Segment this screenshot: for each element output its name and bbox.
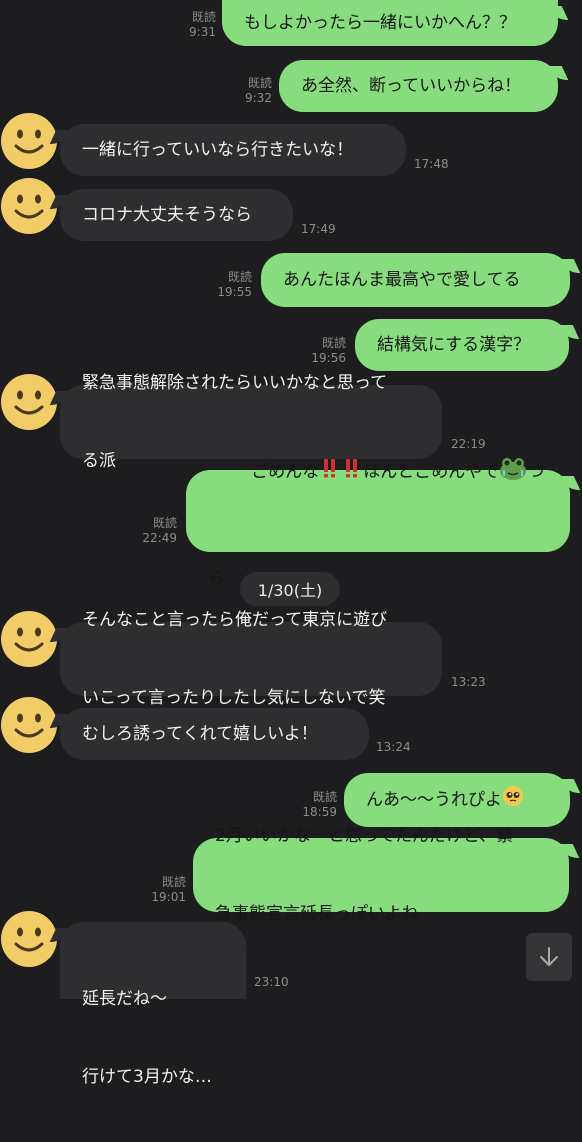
message-bubble-outgoing[interactable]: あ全然、断っていいからね！ [279,60,558,112]
avatar[interactable] [0,696,58,754]
message-text-line: 急事態宣言延長っぽいよね [215,904,419,924]
message-text: ほんとごめんやで [363,462,500,482]
message-bubble-incoming[interactable]: コロナ大丈夫そうなら [60,189,293,241]
message-bubble-outgoing[interactable]: 2月いいかなーと思ってたんだけど、緊 急事態宣言延長っぽいよね [193,826,569,924]
message-bubble-outgoing[interactable]: ごめんな ほんとごめんやでつ ら [186,458,570,589]
message-text: もしよかったら一緒にいかへん？？ [244,13,516,33]
message-bubble-outgoing[interactable]: もしよかったら一緒にいかへん？？ [222,0,558,46]
message-bubble-outgoing[interactable]: あんたほんま最高やで愛してる [261,253,570,307]
message-bubble-incoming[interactable]: 一緒に行っていいなら行きたいな！ [60,124,406,176]
avatar[interactable] [0,373,58,431]
message-bubble-incoming[interactable]: むしろ誘ってくれて嬉しいよ！ [60,708,369,760]
message-text: あ全然、断っていいからね！ [301,76,522,96]
avatar[interactable] [0,610,58,668]
message-time: 17:48 [414,157,449,171]
read-label: 既読 [227,270,252,284]
read-label: 既読 [161,875,186,889]
message-meta: 既読 9:32 [236,76,272,106]
message-time: 9:31 [189,25,216,39]
message-time: 13:23 [451,675,486,689]
message-time: 17:49 [301,222,336,236]
message-text: つ [527,462,545,482]
message-time: 22:49 [142,531,177,545]
message-text-line: 延長だね〜 [82,989,167,1009]
scroll-to-bottom-button[interactable] [526,933,572,981]
read-label: 既読 [191,10,216,24]
avatar[interactable] [0,910,58,968]
message-text-line: 行けて3月かな… [82,1067,212,1087]
message-text: あんたほんま最高やで愛してる [283,270,521,290]
message-time: 23:10 [254,975,289,989]
message-meta: 既読 9:31 [180,10,216,40]
message-meta: 既読 19:01 [148,875,186,905]
message-text: 一緒に行っていいなら行きたいな！ [82,140,354,160]
message-bubble-incoming[interactable]: そんなこと言ったら俺だって東京に遊び いこって言ったりしたし気にしないで笑 [60,610,442,708]
message-time: 19:01 [151,890,186,904]
message-text: むしろ誘ってくれて嬉しいよ！ [82,724,318,744]
message-text-line: 2月いいかなーと思ってたんだけど、緊 [215,826,514,846]
avatar[interactable] [0,112,58,170]
message-time: 9:32 [245,91,272,105]
message-meta: 既読 19:55 [216,270,252,300]
message-text: コロナ大丈夫そうなら [82,205,252,225]
message-time: 13:24 [376,740,411,754]
message-bubble-incoming[interactable]: 延長だね〜 行けて3月かな… [60,922,246,1087]
double-exclamation-icon [319,457,341,487]
message-meta: 既読 22:49 [139,516,177,546]
read-label: 既読 [152,516,177,530]
message-time: 19:55 [217,285,252,299]
arrow-down-icon [540,947,558,966]
read-label: 既読 [247,76,272,90]
message-text: 結構気にする漢字？ [377,335,531,355]
avatar[interactable] [0,177,58,235]
chat-area[interactable]: 既読 9:31 もしよかったら一緒にいかへん？？ 既読 9:32 あ全然、断って… [0,0,582,1087]
double-exclamation-icon [341,457,363,487]
message-text: ごめんな [251,462,320,482]
message-text-line: そんなこと言ったら俺だって東京に遊び [82,610,388,630]
frog-face-icon [499,456,527,488]
